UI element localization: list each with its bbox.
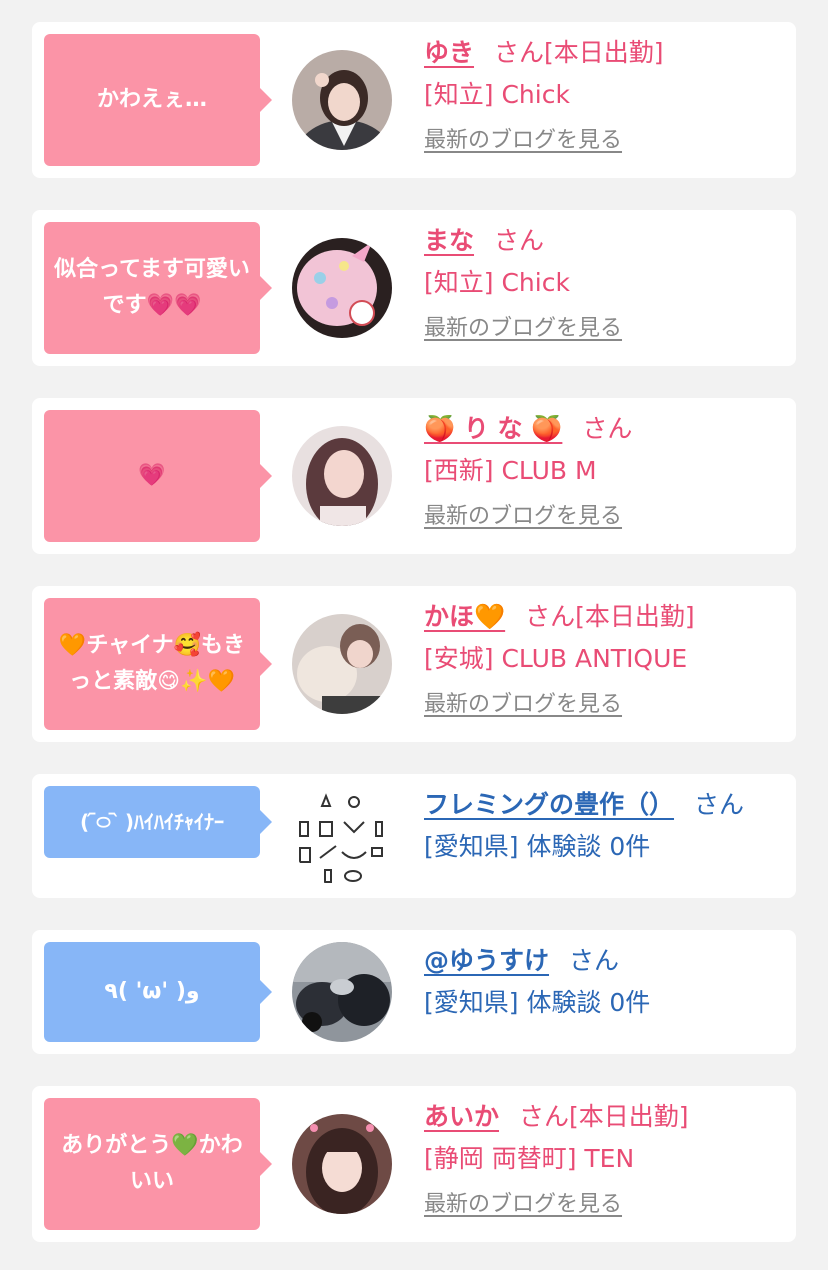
avatar[interactable] — [292, 614, 392, 714]
shop-label: [安城] CLUB ANTIQUE — [424, 644, 688, 673]
commenter-info: かほ🧡 さん[本日出勤] [安城] CLUB ANTIQUE 最新のブログを見る — [424, 600, 786, 720]
comment-bubble: 🧡チャイナ🥰もきっと素敵😋✨🧡 — [44, 598, 272, 730]
honorific: さん — [582, 414, 633, 443]
comment-bubble: かわえぇ… — [44, 34, 272, 166]
shop-label: [西新] CLUB M — [424, 456, 597, 485]
latest-blog-link[interactable]: 最新のブログを見る — [424, 502, 622, 532]
avatar[interactable] — [292, 942, 392, 1042]
comment-card: ٩( 'ω' )و @ゆうすけ さん [愛知県] 体験談 0件 — [32, 930, 796, 1054]
commenter-info: まな さん [知立] Chick 最新のブログを見る — [424, 224, 786, 344]
comment-bubble: ありがとう💚かわいい — [44, 1098, 272, 1230]
honorific: さん — [494, 38, 545, 67]
shop-label: [愛知県] 体験談 0件 — [424, 988, 651, 1017]
comment-card: かわえぇ… ゆき さん[本日出勤] [知立] Chick 最新のブログを見る — [32, 22, 796, 178]
honorific: さん — [525, 602, 576, 631]
comment-bubble: ٩( 'ω' )و — [44, 942, 272, 1042]
avatar[interactable] — [292, 786, 392, 886]
honorific: さん — [494, 226, 545, 255]
avatar[interactable] — [292, 1114, 392, 1214]
comment-card: 🧡チャイナ🥰もきっと素敵😋✨🧡 かほ🧡 さん[本日出勤] [安城] CLUB AN… — [32, 586, 796, 742]
honorific: さん — [519, 1102, 570, 1131]
comment-card: ( ᷇࿀ ᷆ )ﾊｲﾊｲﾁｬｲﾅｰ フレミングの豊作（） さん [愛知県] 体験談… — [32, 774, 796, 898]
avatar[interactable] — [292, 238, 392, 338]
commenter-name-link[interactable]: @ゆうすけ — [424, 946, 549, 975]
commenter-info: 🍑 り な 🍑 さん [西新] CLUB M 最新のブログを見る — [424, 412, 786, 532]
latest-blog-link[interactable]: 最新のブログを見る — [424, 126, 622, 156]
commenter-name-link[interactable]: あいか — [424, 1102, 499, 1131]
commenter-name-link[interactable]: まな — [424, 226, 474, 255]
avatar[interactable] — [292, 50, 392, 150]
commenter-info: あいか さん[本日出勤] [静岡 両替町] TEN 最新のブログを見る — [424, 1100, 786, 1220]
latest-blog-link[interactable]: 最新のブログを見る — [424, 314, 622, 344]
latest-blog-link[interactable]: 最新のブログを見る — [424, 1190, 622, 1220]
comment-card: ありがとう💚かわいい あいか さん[本日出勤] [静岡 両替町] TEN 最新のブ… — [32, 1086, 796, 1242]
commenter-name-link[interactable]: 🍑 り な 🍑 — [424, 414, 562, 443]
honorific: さん — [569, 946, 620, 975]
commenter-name-link[interactable]: ゆき — [424, 38, 474, 67]
status-label: [本日出勤] — [569, 1102, 689, 1131]
commenter-info: フレミングの豊作（） さん [愛知県] 体験談 0件 — [424, 788, 786, 864]
commenter-info: @ゆうすけ さん [愛知県] 体験談 0件 — [424, 944, 786, 1020]
commenter-info: ゆき さん[本日出勤] [知立] Chick 最新のブログを見る — [424, 36, 786, 156]
comment-bubble: 💗 — [44, 410, 272, 542]
shop-label: [知立] Chick — [424, 268, 570, 297]
shop-label: [静岡 両替町] TEN — [424, 1144, 635, 1173]
comment-card: 似合ってます可愛いです💗💗 まな さん [知立] Chick 最新のブログを見る — [32, 210, 796, 366]
status-label: [本日出勤] — [544, 38, 664, 67]
comment-bubble: 似合ってます可愛いです💗💗 — [44, 222, 272, 354]
commenter-name-link[interactable]: かほ🧡 — [424, 602, 505, 631]
comment-bubble: ( ᷇࿀ ᷆ )ﾊｲﾊｲﾁｬｲﾅｰ — [44, 786, 272, 858]
comment-card: 💗 🍑 り な 🍑 さん [西新] CLUB M 最新のブログを見る — [32, 398, 796, 554]
commenter-name-link[interactable]: フレミングの豊作（） — [424, 790, 674, 819]
avatar[interactable] — [292, 426, 392, 526]
shop-label: [愛知県] 体験談 0件 — [424, 832, 651, 861]
latest-blog-link[interactable]: 最新のブログを見る — [424, 690, 622, 720]
status-label: [本日出勤] — [575, 602, 695, 631]
honorific: さん — [694, 790, 745, 819]
shop-label: [知立] Chick — [424, 80, 570, 109]
